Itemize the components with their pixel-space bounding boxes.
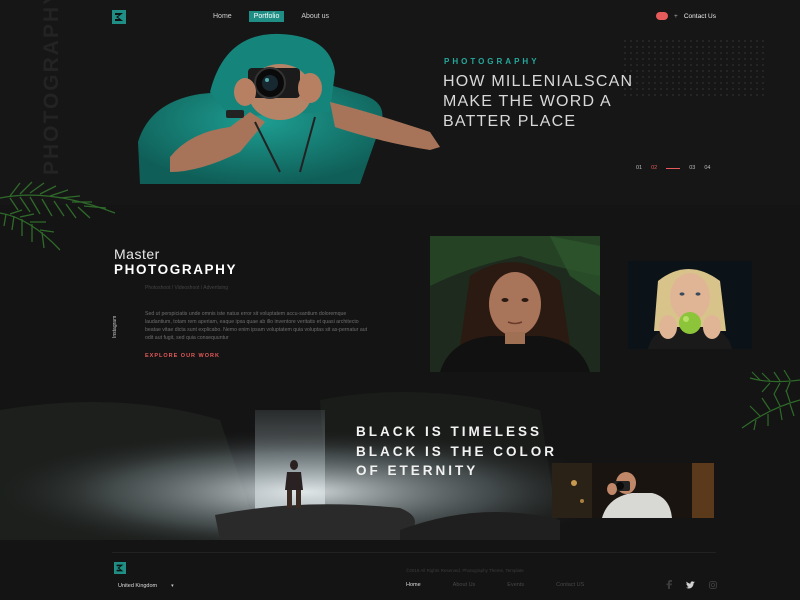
footer-nav-about[interactable]: About Us [453, 582, 476, 588]
pager-item-01[interactable]: 01 [636, 165, 642, 171]
hero-title-line: MAKE THE WORD A [443, 93, 612, 110]
portrait-girl-apple-image [628, 261, 752, 349]
main-nav: Home Portfolio About us [208, 11, 334, 22]
nav-home[interactable]: Home [208, 11, 237, 22]
hero-section: Home Portfolio About us + Contact Us PHO… [0, 0, 800, 205]
slide-pager: 01 02 03 04 [636, 165, 711, 171]
quote-line: BLACK IS TIMELESS [356, 424, 543, 439]
facebook-icon[interactable] [666, 580, 672, 589]
footer-nav-home[interactable]: Home [406, 582, 421, 588]
footer-nav-events[interactable]: Events [507, 582, 524, 588]
quote-line: OF ETERNITY [356, 463, 479, 478]
hero-title-line: BATTER PLACE [443, 113, 577, 130]
nav-about[interactable]: About us [296, 11, 334, 22]
portrait-woman-image [430, 236, 600, 372]
plus-icon: + [674, 12, 678, 20]
instagram-icon[interactable] [709, 580, 717, 589]
pager-item-04[interactable]: 04 [704, 165, 710, 171]
country-value: United Kingdom [118, 583, 158, 589]
palm-leaf-decoration [0, 181, 116, 251]
about-paragraph: Sed ut perspiciatis unde omnis iste natu… [145, 311, 368, 341]
footer-divider [112, 552, 716, 553]
pager-active-bar [666, 167, 681, 169]
hero-title: HOW MILLENIALSCAN MAKE THE WORD A BATTER… [443, 72, 733, 132]
nav-portfolio[interactable]: Portfolio [248, 11, 285, 22]
contact-toggle-icon [656, 12, 669, 20]
pager-item-03[interactable]: 03 [689, 165, 695, 171]
footer-nav-contact[interactable]: Contact US [556, 582, 584, 588]
contact-label: Contact Us [683, 12, 716, 20]
photographer-night-image [552, 463, 714, 518]
quote-line: BLACK IS THE COLOR [356, 443, 557, 459]
footer-logo-icon[interactable] [114, 562, 126, 574]
social-links [666, 580, 717, 589]
footer-nav: Home About Us Events Contact US [406, 582, 584, 588]
hero-photographer-image [130, 32, 442, 184]
hero-title-line: HOW MILLENIALSCAN [443, 73, 634, 90]
service-categories: Photoshoot / Videoshoot / Advertising [145, 285, 229, 291]
country-select[interactable]: United Kingdom ▾ [118, 583, 174, 589]
section-heading-light: Master [114, 246, 160, 262]
quote-heading: BLACK IS TIMELESS BLACK IS THE COLOR OF … [356, 422, 557, 481]
copyright-text: ©2019 All Rights Reserved. Photography T… [406, 568, 524, 573]
instagram-side-link[interactable]: Instagram [112, 314, 118, 338]
chevron-down-icon: ▾ [171, 583, 174, 589]
section-heading-bold: PHOTOGRAPHY [114, 262, 238, 277]
logo-icon[interactable] [112, 10, 126, 24]
twitter-icon[interactable] [686, 580, 695, 589]
vertical-watermark: PHOTOGRAPHY [40, 0, 63, 175]
contact-button[interactable]: + Contact Us [656, 12, 716, 20]
explore-work-link[interactable]: EXPLORE OUR WORK [145, 353, 220, 359]
pager-item-02[interactable]: 02 [651, 165, 657, 171]
hero-kicker: PHOTOGRAPHY [444, 57, 540, 66]
palm-leaf-decoration-right [741, 370, 800, 431]
